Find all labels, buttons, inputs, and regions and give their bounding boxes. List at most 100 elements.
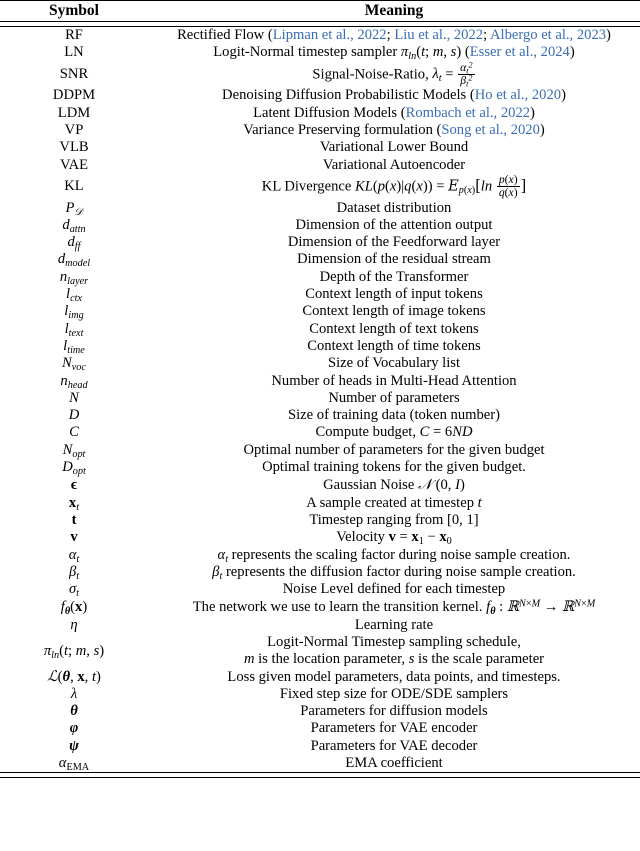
table-row: φ Parameters for VAE encoder xyxy=(0,720,640,737)
table-row: dattn Dimension of the attention output xyxy=(0,217,640,234)
meaning-cell-lambda: Fixed step size for ODE/SDE samplers xyxy=(279,685,509,702)
meaning-cell-vlb: Variational Lower Bound xyxy=(319,139,469,156)
symbol-cell-limg: limg xyxy=(64,303,84,322)
table-row: P𝒟 Dataset distribution xyxy=(0,200,640,217)
citation-link[interactable]: Esser et al., 2024 xyxy=(470,44,570,60)
table-row: Nopt Optimal number of parameters for th… xyxy=(0,442,640,459)
table-row: DDPM Denoising Diffusion Probabilistic M… xyxy=(0,87,640,104)
symbol-cell-ldm: LDM xyxy=(57,104,91,121)
symbol-cell-epsilon: ϵ xyxy=(70,476,78,493)
table-row: v Velocity v = x1 − x0 xyxy=(0,529,640,546)
citation-link[interactable]: Lipman et al., 2022 xyxy=(273,27,387,43)
symbol-cell-nhead: nhead xyxy=(60,372,88,391)
symbol-cell-lambda: λ xyxy=(70,685,78,702)
citation-link[interactable]: Song et al., 2020 xyxy=(441,122,540,138)
meaning-cell-piln: Logit-Normal Timestep sampling schedule,… xyxy=(148,634,640,669)
table-row: αt αt represents the scaling factor duri… xyxy=(0,547,640,564)
meaning-cell-nopt: Optimal number of parameters for the giv… xyxy=(243,441,545,458)
meaning-cell-c: Compute budget, C = 6ND xyxy=(315,424,473,441)
table-row: βt βt represents the diffusion factor du… xyxy=(0,564,640,581)
symbol-cell-kl: KL xyxy=(64,178,84,195)
meaning-cell-psi: Parameters for VAE decoder xyxy=(310,737,478,754)
symbol-cell-vp: VP xyxy=(64,121,84,138)
symbol-cell-v: v xyxy=(70,529,78,546)
table-row: fθ(x) The network we use to learn the tr… xyxy=(0,598,640,616)
meaning-cell-pd: Dataset distribution xyxy=(336,199,452,216)
table-row: D Size of training data (token number) xyxy=(0,407,640,424)
symbol-cell-nvoc: Nvoc xyxy=(62,355,86,374)
table-row: VP Variance Preserving formulation (Song… xyxy=(0,122,640,139)
symbol-meaning-table: Symbol Meaning RF Rectified Flow (Lipman… xyxy=(0,0,640,779)
table-row: LDM Latent Diffusion Models (Rombach et … xyxy=(0,105,640,122)
symbol-cell-n: N xyxy=(69,389,79,406)
meaning-cell-alphat: αt represents the scaling factor during … xyxy=(217,546,571,565)
table-row: lctx Context length of input tokens xyxy=(0,286,640,303)
table-row: RF Rectified Flow (Lipman et al., 2022; … xyxy=(0,27,640,45)
table-body: RF Rectified Flow (Lipman et al., 2022; … xyxy=(0,27,640,779)
table-row: xt A sample created at timestep t xyxy=(0,495,640,512)
table-row: VAE Variational Autoencoder xyxy=(0,157,640,174)
table-row: αEMA EMA coefficient xyxy=(0,755,640,773)
meaning-cell-nlayer: Depth of the Transformer xyxy=(319,268,469,285)
table-row: λ Fixed step size for ODE/SDE samplers xyxy=(0,686,640,703)
symbol-cell-ltime: ltime xyxy=(63,337,85,356)
symbol-cell-ltext: ltext xyxy=(64,320,84,339)
table-row: η Learning rate xyxy=(0,617,640,634)
table-row: VLB Variational Lower Bound xyxy=(0,139,640,156)
meaning-cell-ltime: Context length of time tokens xyxy=(307,337,481,354)
table-row: θ Parameters for diffusion models xyxy=(0,703,640,720)
meaning-cell-rf: Rectified Flow (Lipman et al., 2022; Liu… xyxy=(177,27,611,43)
table-page: Symbol Meaning RF Rectified Flow (Lipman… xyxy=(0,0,640,851)
symbol-cell-xt: xt xyxy=(68,494,80,513)
meaning-cell-ltext: Context length of text tokens xyxy=(309,320,479,337)
meaning-cell-ln: Logit-Normal timestep sampler πln(t; m, … xyxy=(213,44,575,63)
table-row: t Timestep ranging from [0, 1] xyxy=(0,512,640,529)
column-header-meaning: Meaning xyxy=(364,2,424,19)
meaning-cell-t: Timestep ranging from [0, 1] xyxy=(309,511,479,528)
table-row: SNR Signal-Noise-Ratio, λt = αt2 βt2 xyxy=(0,59,640,89)
meaning-cell-snr: Signal-Noise-Ratio, λt = αt2 βt2 xyxy=(312,59,475,89)
meaning-cell-n: Number of parameters xyxy=(328,389,460,406)
meaning-line-2: m is the location parameter, s is the sc… xyxy=(243,651,545,668)
symbol-cell-pd: P𝒟 xyxy=(65,199,83,218)
symbol-cell-dattn: dattn xyxy=(62,216,86,235)
table-row: dmodel Dimension of the residual stream xyxy=(0,251,640,268)
meaning-cell-sigmat: Noise Level defined for each timestep xyxy=(282,581,506,598)
symbol-cell-vlb: VLB xyxy=(59,139,89,156)
table-row: limg Context length of image tokens xyxy=(0,303,640,320)
citation-link[interactable]: Albergo et al., 2023 xyxy=(490,27,606,43)
table-row: σt Noise Level defined for each timestep xyxy=(0,581,640,598)
table-row: ϵ Gaussian Noise 𝒩 (0, I) xyxy=(0,476,640,494)
table-row: nlayer Depth of the Transformer xyxy=(0,269,640,286)
symbol-cell-sigmat: σt xyxy=(68,581,80,599)
meaning-cell-epsilon: Gaussian Noise 𝒩 (0, I) xyxy=(323,476,465,494)
symbol-cell-loss: ℒ(θ, x, t) xyxy=(47,668,101,685)
table-row: dff Dimension of the Feedforward layer xyxy=(0,234,640,251)
symbol-cell-alphaema: αEMA xyxy=(58,755,90,773)
symbol-cell-vae: VAE xyxy=(59,156,89,173)
meaning-cell-ddpm: Denoising Diffusion Probabilistic Models… xyxy=(222,87,566,104)
citation-link[interactable]: Rombach et al., 2022 xyxy=(406,105,530,121)
meaning-cell-alphaema: EMA coefficient xyxy=(345,755,443,772)
meaning-cell-dopt: Optimal training tokens for the given bu… xyxy=(262,459,526,476)
meaning-cell-d: Size of training data (token number) xyxy=(288,407,500,424)
header-row: Symbol Meaning xyxy=(0,1,640,22)
table-row: nhead Number of heads in Multi-Head Atte… xyxy=(0,373,640,390)
meaning-cell-theta: Parameters for diffusion models xyxy=(300,703,488,720)
meaning-cell-nvoc: Size of Vocabulary list xyxy=(328,355,460,372)
meaning-line-1: Logit-Normal Timestep sampling schedule, xyxy=(267,634,521,650)
citation-link[interactable]: Liu et al., 2022 xyxy=(394,27,483,43)
table-row: N Number of parameters xyxy=(0,390,640,407)
meaning-cell-dattn: Dimension of the attention output xyxy=(295,216,493,233)
symbol-cell-ftheta: fθ(x) xyxy=(60,598,88,617)
meaning-cell-vp: Variance Preserving formulation (Song et… xyxy=(243,121,545,138)
symbol-cell-phi: φ xyxy=(69,720,79,737)
meaning-cell-phi: Parameters for VAE encoder xyxy=(310,720,478,737)
symbol-cell-rf: RF xyxy=(65,27,83,43)
symbol-cell-ddpm: DDPM xyxy=(52,87,96,104)
symbol-cell-nopt: Nopt xyxy=(62,441,86,460)
symbol-cell-dopt: Dopt xyxy=(62,459,86,477)
table-row: LN Logit-Normal timestep sampler πln(t; … xyxy=(0,44,640,61)
citation-link[interactable]: Ho et al., 2020 xyxy=(475,87,561,103)
meaning-cell-nhead: Number of heads in Multi-Head Attention xyxy=(271,372,517,389)
